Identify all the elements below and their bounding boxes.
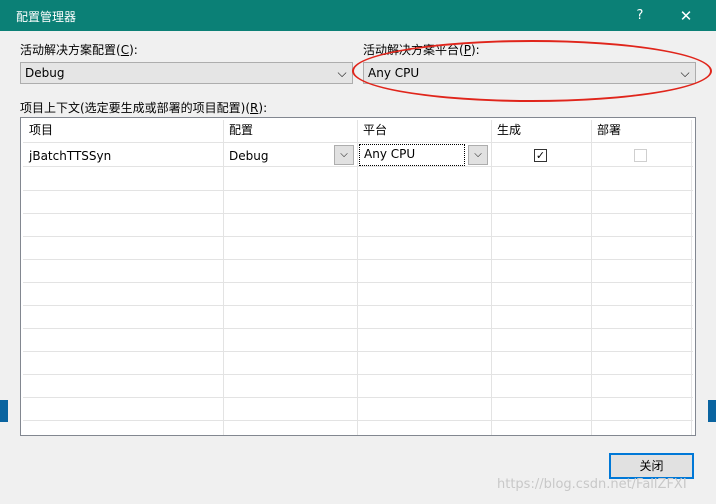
grid-divider bbox=[23, 328, 693, 329]
chevron-down-icon: ⌵ bbox=[337, 66, 347, 80]
platform-select-value: Any CPU bbox=[368, 66, 420, 80]
help-button[interactable]: ? bbox=[626, 4, 654, 28]
grid-divider bbox=[591, 120, 592, 435]
grid-divider bbox=[357, 120, 358, 435]
config-label: 活动解决方案配置(C): bbox=[20, 43, 138, 57]
grid-divider bbox=[23, 305, 693, 306]
close-button[interactable]: 关闭 bbox=[609, 453, 694, 479]
deploy-checkbox bbox=[634, 149, 647, 162]
chevron-down-icon: ⌵ bbox=[340, 149, 348, 160]
platform-select[interactable]: Any CPU ⌵ bbox=[363, 62, 696, 84]
project-name-cell[interactable]: jBatchTTSSyn bbox=[29, 146, 111, 166]
background-strip-right bbox=[708, 400, 716, 422]
project-contexts-grid[interactable]: 项目 配置 平台 生成 部署 jBatchTTSSyn Debug ⌵ Any … bbox=[20, 117, 696, 436]
row-platform-dropdown[interactable]: ⌵ bbox=[468, 145, 488, 165]
grid-divider bbox=[23, 351, 693, 352]
grid-divider bbox=[23, 213, 693, 214]
window-title: 配置管理器 bbox=[16, 10, 77, 24]
row-platform-select[interactable]: Any CPU bbox=[359, 144, 465, 166]
row-configuration-value[interactable]: Debug bbox=[229, 146, 268, 166]
grid-divider bbox=[23, 282, 693, 283]
config-select-value: Debug bbox=[25, 66, 65, 80]
grid-divider bbox=[491, 120, 492, 435]
grid-divider bbox=[23, 142, 693, 143]
grid-divider bbox=[691, 120, 692, 435]
config-select[interactable]: Debug ⌵ bbox=[20, 62, 353, 84]
project-contexts-label: 项目上下文(选定要生成或部署的项目配置)(R): bbox=[20, 101, 268, 115]
grid-divider bbox=[23, 397, 693, 398]
column-header-configuration[interactable]: 配置 bbox=[223, 120, 357, 140]
grid-divider bbox=[23, 420, 693, 421]
check-icon: ✓ bbox=[535, 149, 546, 162]
column-header-build[interactable]: 生成 bbox=[491, 120, 591, 140]
grid-divider bbox=[23, 166, 693, 167]
grid-divider bbox=[23, 236, 693, 237]
column-header-project[interactable]: 项目 bbox=[23, 120, 223, 140]
chevron-down-icon: ⌵ bbox=[680, 66, 690, 80]
watermark: https://blog.csdn.net/FallZFXI bbox=[497, 477, 687, 492]
background-strip-left bbox=[0, 400, 8, 422]
platform-label: 活动解决方案平台(P): bbox=[363, 43, 480, 57]
grid-divider bbox=[223, 120, 224, 435]
chevron-down-icon: ⌵ bbox=[474, 149, 482, 160]
grid-divider bbox=[23, 190, 693, 191]
title-bar: 配置管理器 ? ✕ bbox=[0, 0, 716, 31]
grid-divider bbox=[23, 374, 693, 375]
column-header-deploy[interactable]: 部署 bbox=[591, 120, 691, 140]
build-checkbox[interactable]: ✓ bbox=[534, 149, 547, 162]
close-window-icon[interactable]: ✕ bbox=[672, 4, 700, 28]
column-header-platform[interactable]: 平台 bbox=[357, 120, 491, 140]
grid-divider bbox=[23, 259, 693, 260]
row-platform-value: Any CPU bbox=[364, 147, 416, 161]
row-configuration-dropdown[interactable]: ⌵ bbox=[334, 145, 354, 165]
